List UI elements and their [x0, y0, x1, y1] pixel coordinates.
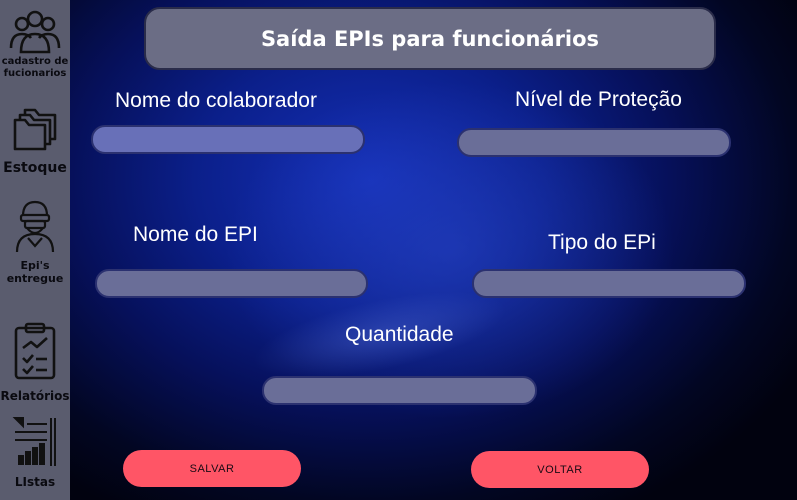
- collaborator-name-label: Nome do colaborador: [115, 89, 317, 112]
- sidebar-item-listas[interactable]: LIstas: [0, 416, 70, 490]
- epi-type-input[interactable]: [472, 269, 746, 298]
- users-icon: [9, 10, 61, 54]
- sidebar-item-label: fucionarios: [3, 67, 67, 79]
- list-chart-icon: [12, 417, 56, 466]
- epi-type-label: Tipo do EPi: [548, 231, 656, 254]
- sidebar: cadastro de fucionarios Estoque Epi's en…: [0, 0, 70, 500]
- sidebar-item-label: cadastro de: [1, 56, 69, 67]
- sidebar-item-label: LIstas: [14, 475, 56, 489]
- sidebar-item-label: Estoque: [3, 160, 67, 176]
- back-button[interactable]: VOLTAR: [471, 451, 649, 488]
- save-button[interactable]: SALVAR: [123, 450, 301, 487]
- clipboard-chart-icon: [14, 322, 56, 380]
- background: [70, 0, 797, 500]
- epi-name-label: Nome do EPI: [133, 223, 258, 246]
- protection-level-input[interactable]: [457, 128, 731, 157]
- title-bar: Saída EPIs para funcionários: [144, 7, 716, 70]
- sidebar-item-epis-entregue[interactable]: Epi's entregue: [0, 198, 70, 285]
- sidebar-item-label: Epi's: [20, 259, 50, 272]
- page-title: Saída EPIs para funcionários: [260, 26, 600, 51]
- protective-worker-icon: [15, 200, 55, 253]
- protection-level-label: Nível de Proteção: [515, 88, 682, 111]
- quantity-input[interactable]: [262, 376, 537, 405]
- sidebar-item-estoque[interactable]: Estoque: [0, 104, 70, 176]
- epi-name-input[interactable]: [95, 269, 368, 298]
- sidebar-item-cadastro[interactable]: cadastro de fucionarios: [0, 8, 70, 79]
- sidebar-item-relatorios[interactable]: Relatórios: [0, 322, 70, 404]
- quantity-label: Quantidade: [345, 323, 454, 346]
- sidebar-item-label: entregue: [6, 271, 64, 285]
- sidebar-item-label: Relatórios: [0, 389, 70, 403]
- folders-icon: [13, 108, 57, 151]
- collaborator-name-input[interactable]: [91, 125, 365, 154]
